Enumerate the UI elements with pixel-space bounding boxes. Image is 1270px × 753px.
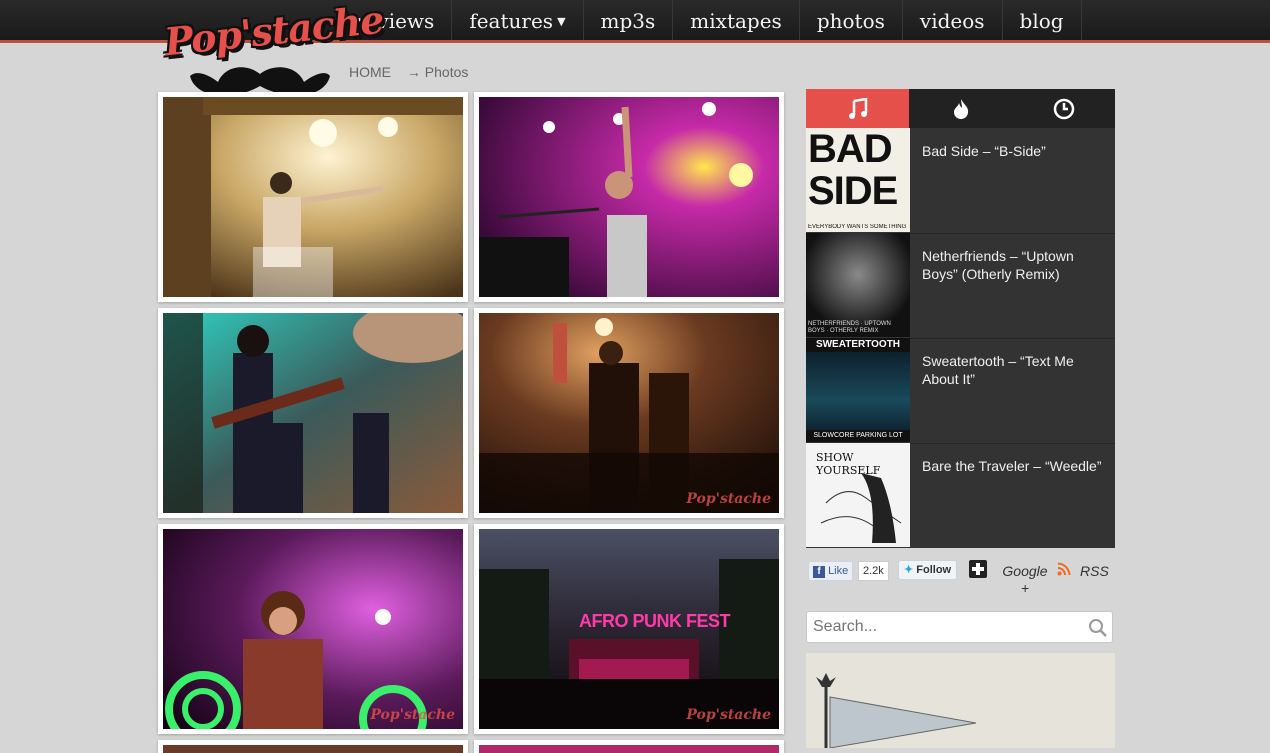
photo-thumbnail[interactable] (474, 740, 784, 753)
follow-label: Follow (916, 564, 952, 576)
nav-mp3s[interactable]: mp3s (584, 0, 674, 40)
facebook-icon: f (813, 566, 825, 578)
nav-features[interactable]: features ▼ (452, 0, 584, 40)
plus-icon (972, 563, 984, 575)
list-item[interactable]: SHOW YOURSELF Bare the Traveler – “Weedl… (806, 443, 1115, 548)
sidebar-tabs (806, 89, 1115, 128)
tab-popular[interactable] (909, 89, 1012, 128)
photo-thumbnail[interactable]: AFRO PUNK FEST Pop'stache (474, 524, 784, 734)
site-logo[interactable]: Pop'stache (156, 0, 385, 100)
track-title: Bare the Traveler – “Weedle” (922, 458, 1102, 474)
like-count: 2.2k (858, 561, 889, 581)
flame-icon (953, 98, 968, 119)
google-plus-icon[interactable] (969, 560, 987, 578)
nav-label: videos (919, 9, 985, 33)
nav-videos[interactable]: videos (903, 0, 1003, 40)
twitter-follow-button[interactable]: ✦ Follow (898, 560, 958, 580)
photo-thumbnail[interactable]: Pop'stache (474, 308, 784, 518)
photo-thumbnail[interactable] (158, 308, 468, 518)
rss-symbol (1057, 562, 1071, 576)
search-icon[interactable] (1088, 618, 1108, 638)
rss-link[interactable]: RSS (1080, 563, 1109, 579)
pennant-illustration (816, 673, 977, 748)
track-title: Bad Side – “B-Side” (922, 143, 1046, 159)
rss-icon[interactable] (1057, 562, 1071, 576)
main-nav: reviews features ▼ mp3s mixtapes photos v… (339, 0, 1082, 40)
like-label: Like (828, 565, 849, 577)
photo-thumbnail[interactable] (474, 92, 784, 302)
concert-photo (163, 745, 463, 753)
clock-icon (1053, 98, 1074, 119)
nav-label: mp3s (600, 9, 656, 33)
watermark: Pop'stache (370, 707, 455, 723)
music-note-icon (848, 97, 867, 119)
search-input[interactable] (807, 612, 1083, 642)
track-list: BAD SIDE EVERYBODY WANTS SOMETHING FROM … (806, 128, 1115, 548)
album-art-caption: NETHERFRIENDS · UPTOWN BOYS · OTHERLY RE… (808, 321, 891, 334)
nav-blog[interactable]: blog (1003, 0, 1082, 40)
promo-image[interactable] (806, 653, 1115, 748)
album-art: BAD SIDE EVERYBODY WANTS SOMETHING FROM … (806, 128, 910, 232)
concert-photo (479, 745, 779, 753)
afropunk-sign: AFRO PUNK FEST (579, 611, 731, 631)
nav-label: features (469, 9, 554, 33)
breadcrumb: HOME → Photos (349, 64, 480, 80)
concert-photo (163, 529, 463, 729)
concert-photo (479, 97, 779, 297)
album-art: SHOW YOURSELF (806, 443, 910, 547)
album-illustration (820, 473, 902, 543)
album-art-text: SWEATERTOOTH (806, 338, 910, 352)
breadcrumb-home[interactable]: HOME (349, 64, 391, 80)
list-item[interactable]: SWEATERTOOTH SLOWCORE PARKING LOT Sweate… (806, 338, 1115, 444)
album-art-text: BAD SIDE (808, 128, 898, 213)
watermark: Pop'stache (686, 707, 771, 723)
photo-thumbnail[interactable] (158, 740, 468, 753)
photo-thumbnail[interactable] (158, 92, 468, 302)
nav-label: blog (1019, 9, 1064, 33)
tab-recent[interactable] (1012, 89, 1115, 128)
nav-photos[interactable]: photos (800, 0, 903, 40)
album-art: NETHERFRIENDS · UPTOWN BOYS · OTHERLY RE… (806, 233, 910, 337)
twitter-bird-icon: ✦ (904, 564, 914, 576)
mustache-icon (190, 67, 330, 96)
track-title: Sweatertooth – “Text Me About It” (922, 353, 1074, 387)
google-plus-link[interactable]: Google + (1000, 563, 1050, 597)
tab-music[interactable] (806, 89, 909, 128)
list-item[interactable]: NETHERFRIENDS · UPTOWN BOYS · OTHERLY RE… (806, 233, 1115, 339)
social-buttons: f Like 2.2k ✦ Follow Google + RSS (806, 559, 1115, 599)
album-art-caption: EVERYBODY WANTS SOMETHING FROM ME (808, 224, 908, 230)
track-title: Netherfriends – “Uptown Boys” (Otherly R… (922, 248, 1074, 282)
list-item[interactable]: BAD SIDE EVERYBODY WANTS SOMETHING FROM … (806, 128, 1115, 234)
concert-photo (163, 313, 463, 513)
concert-photo (479, 313, 779, 513)
album-art: SWEATERTOOTH SLOWCORE PARKING LOT (806, 338, 910, 442)
caret-down-icon: ▼ (557, 15, 566, 28)
nav-label: photos (816, 9, 885, 33)
watermark: Pop'stache (686, 491, 771, 507)
concert-photo (163, 97, 463, 297)
search-box (806, 611, 1113, 643)
photo-thumbnail[interactable]: Pop'stache (158, 524, 468, 734)
nav-mixtapes[interactable]: mixtapes (673, 0, 800, 40)
nav-label: mixtapes (690, 9, 782, 33)
album-art-caption: SLOWCORE PARKING LOT (806, 430, 910, 442)
breadcrumb-current: → Photos (406, 64, 469, 80)
facebook-like-button[interactable]: f Like (808, 561, 854, 581)
